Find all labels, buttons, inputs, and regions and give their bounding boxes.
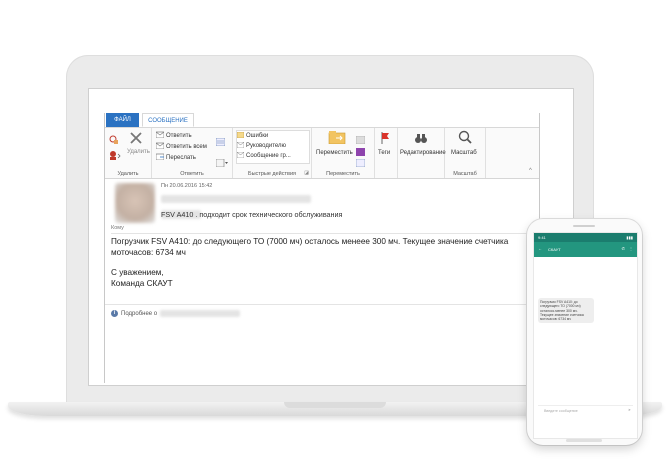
forward-button[interactable]: Переслать (155, 153, 196, 162)
reply-icon (155, 131, 165, 140)
sender-blurred (161, 195, 311, 203)
reply-all-button[interactable]: Ответить всем (155, 142, 207, 151)
outlook-window: ФАЙЛ СООБЩЕНИЕ Удалить Удалить Ответить (104, 113, 540, 383)
sms-placeholder: Введите сообщение (544, 409, 578, 413)
tab-message[interactable]: СООБЩЕНИЕ (142, 113, 194, 127)
delete-icon[interactable] (129, 131, 143, 150)
group-tags: Теги (375, 128, 398, 178)
group-zoom: Масштаб Масштаб (445, 128, 486, 178)
reply-all-icon (155, 142, 165, 151)
reply-button[interactable]: Ответить (155, 131, 192, 140)
group-label-move: Переместить (326, 171, 360, 177)
signature-line: Команда СКАУТ (111, 278, 173, 288)
group-delete: Удалить Удалить (105, 128, 152, 178)
group-quick-steps: Ошибки Руководителю Сообщение гр... Быст… (233, 128, 312, 178)
more-respond-icon[interactable] (215, 154, 228, 172)
sms-input[interactable]: Введите сообщение ➤ (538, 405, 633, 415)
sms-bubble: Погрузчик FSV A410: до следующего ТО (70… (538, 298, 594, 324)
phone-speaker (573, 225, 595, 227)
send-icon[interactable]: ➤ (628, 408, 631, 412)
body-line: Погрузчик FSV A410: до следующего ТО (70… (111, 237, 509, 246)
actions-icon[interactable] (355, 154, 366, 172)
more-icon[interactable]: ⋮ (629, 246, 633, 251)
call-icon[interactable]: ✆ (622, 246, 625, 251)
to-label: Кому (111, 225, 124, 231)
reply-all-label: Ответить всем (166, 143, 207, 150)
group-label-zoom: Масштаб (453, 171, 477, 177)
quick-step-item[interactable]: Сообщение гр... (236, 151, 309, 161)
contact-name: СКАУТ (548, 247, 561, 252)
info-label: Подробнее о (121, 310, 158, 317)
message-datetime: Пн 20.06.2016 15:42 (161, 183, 213, 189)
phone-status-bar: 9:41 ▮▮▮ (534, 233, 637, 242)
avatar (115, 183, 155, 223)
flag-icon[interactable] (381, 131, 391, 149)
delete-button[interactable]: Удалить (127, 149, 150, 155)
phone-screen: 9:41 ▮▮▮ ← СКАУТ ✆ ⋮ Погрузчик FSV A410:… (533, 232, 638, 439)
quick-step-icon (236, 151, 245, 160)
message-subject: FSV A410 . подходит срок технического об… (161, 210, 343, 219)
phone-app-bar: ← СКАУТ ✆ ⋮ (534, 242, 637, 257)
battery-icon: ▮▮▮ (626, 235, 633, 240)
binoculars-icon[interactable] (415, 131, 427, 149)
zoom-button[interactable]: Масштаб (451, 150, 477, 156)
quick-step-label: Ошибки (246, 133, 269, 139)
group-label-delete: Удалить (117, 171, 139, 177)
reply-label: Ответить (166, 132, 192, 139)
editing-button[interactable]: Редактирование (400, 150, 446, 156)
header-divider (111, 233, 535, 234)
magnifier-icon[interactable] (458, 130, 472, 149)
folder-move-icon[interactable] (328, 130, 346, 149)
quick-step-label: Руководителю (246, 143, 287, 149)
dialog-launcher-icon[interactable]: ◪ (304, 170, 309, 176)
laptop-notch (284, 402, 386, 408)
message-body: Погрузчик FSV A410: до следующего ТО (70… (111, 237, 535, 289)
group-move: Переместить Переместить (312, 128, 375, 178)
quick-step-item[interactable]: Ошибки (236, 131, 309, 141)
body-line: моточасов: 6734 мч (111, 247, 186, 257)
ribbon: Удалить Удалить Ответить Ответить всем П… (105, 128, 539, 179)
quick-step-icon (236, 141, 245, 150)
info-bar[interactable]: i Подробнее о (111, 310, 241, 317)
quick-step-item[interactable]: Руководителю (236, 141, 309, 151)
back-arrow-icon[interactable]: ← (538, 246, 542, 251)
group-editing: Редактирование (398, 128, 446, 178)
phone-home-indicator (566, 439, 602, 442)
status-time: 9:41 (538, 235, 546, 240)
junk-icon (109, 147, 121, 165)
quick-steps-gallery: Ошибки Руководителю Сообщение гр... (236, 130, 310, 164)
move-button[interactable]: Переместить (316, 150, 353, 156)
ribbon-tabs: ФАЙЛ СООБЩЕНИЕ (105, 113, 539, 128)
group-respond: Ответить Ответить всем Переслать Ответит… (152, 128, 233, 178)
tab-file[interactable]: ФАЙЛ (106, 113, 139, 127)
group-label-quick-steps: Быстрые действия (247, 171, 296, 177)
tags-button[interactable]: Теги (378, 150, 390, 156)
forward-label: Переслать (166, 154, 196, 161)
signature-line: С уважением, (111, 268, 164, 277)
meeting-icon[interactable] (215, 133, 226, 151)
collapse-ribbon-icon[interactable]: ^ (529, 168, 532, 174)
group-label-respond: Ответить (180, 171, 204, 177)
quick-step-label: Сообщение гр... (246, 153, 291, 159)
info-divider (105, 304, 539, 305)
forward-icon (155, 153, 165, 162)
info-blurred (160, 310, 241, 317)
info-icon: i (111, 310, 118, 317)
quick-step-icon (236, 131, 245, 140)
